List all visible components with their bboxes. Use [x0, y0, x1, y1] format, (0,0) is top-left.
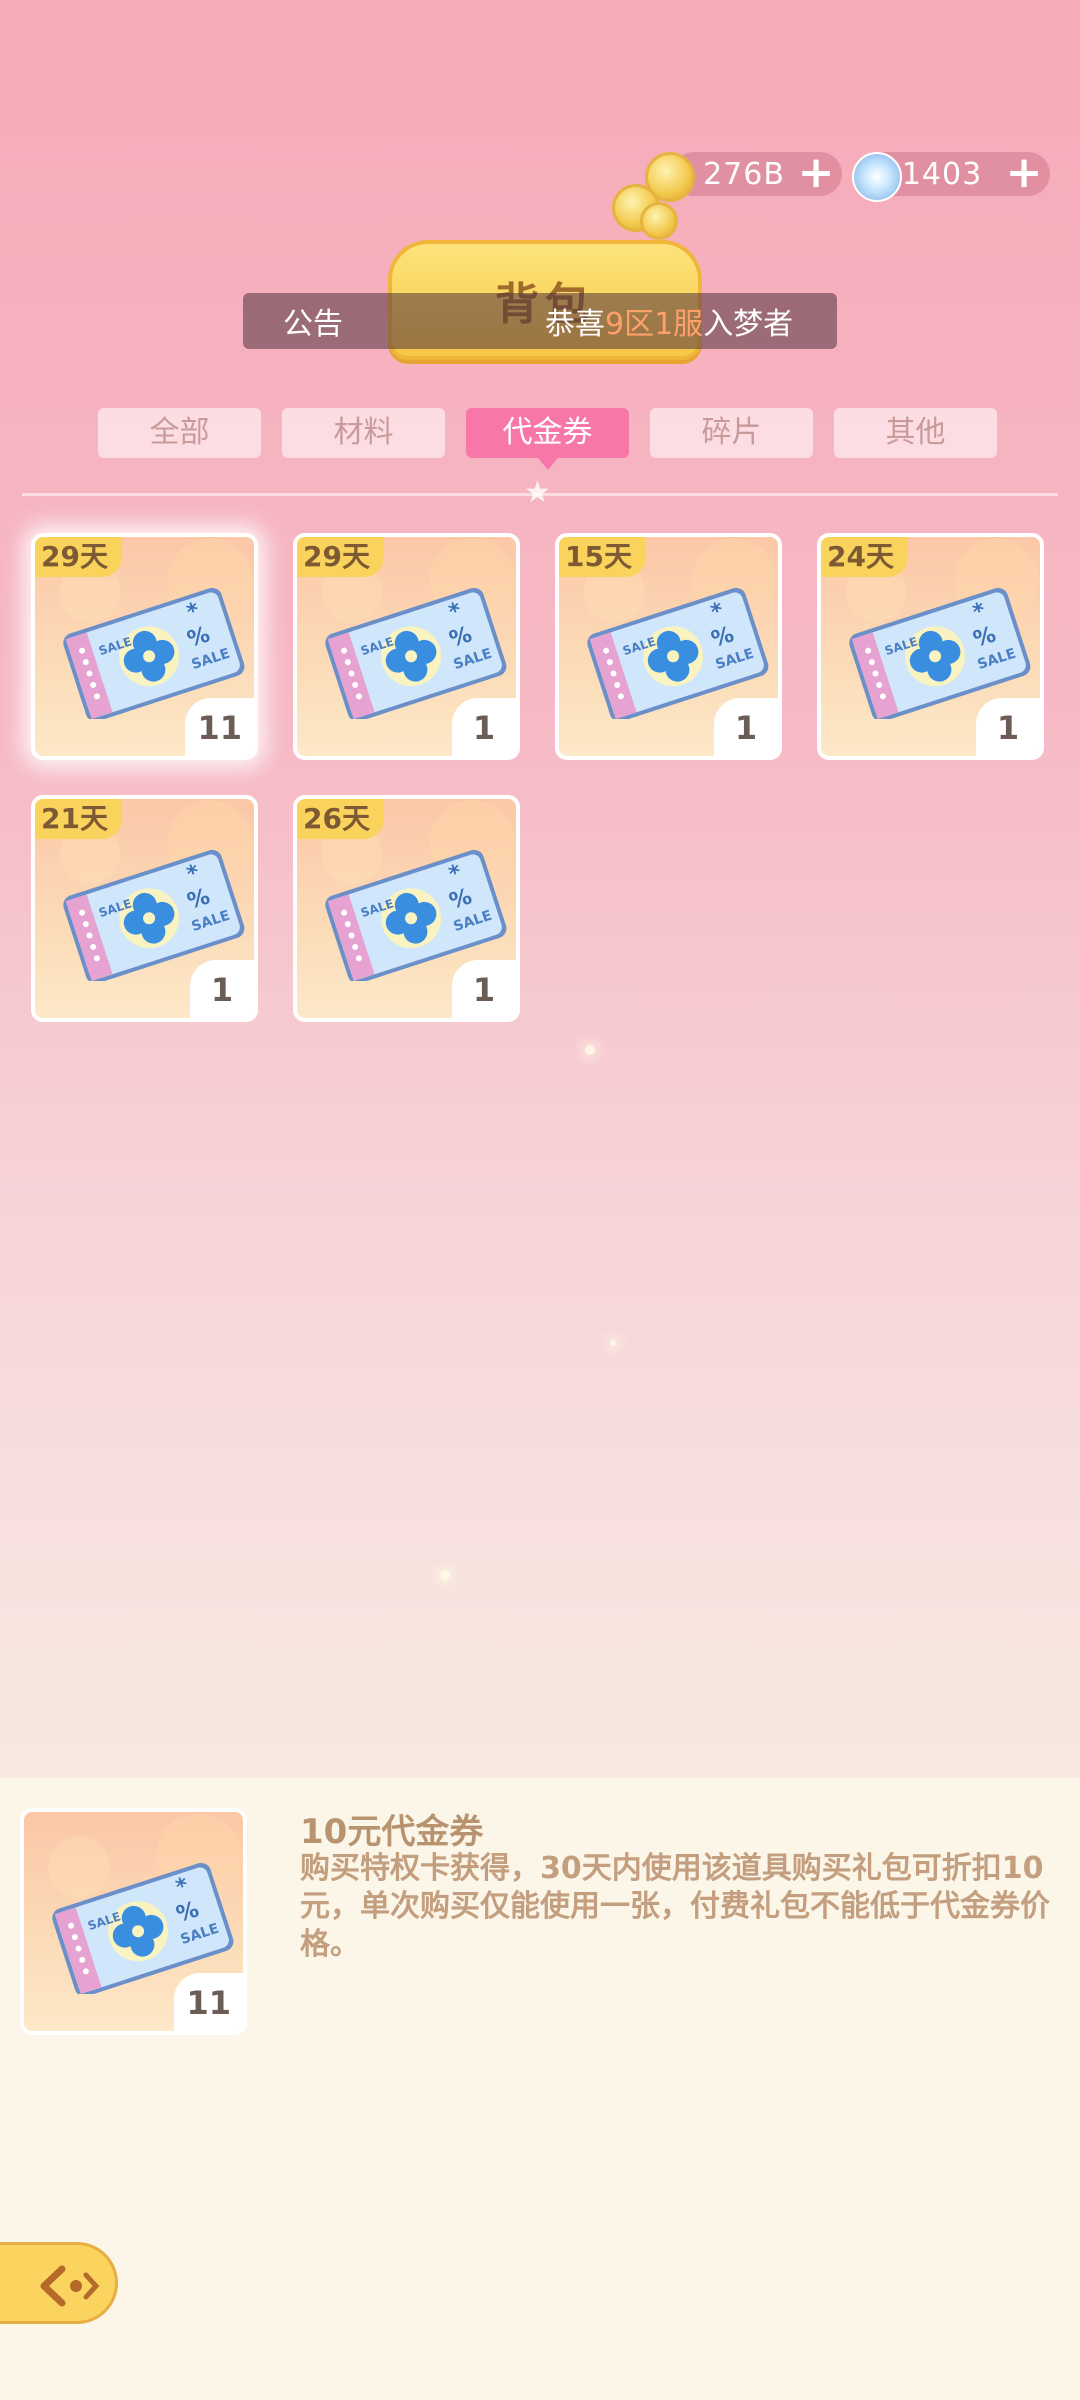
tab-fragments[interactable]: 碎片 — [650, 408, 813, 458]
days-badge: 29天 — [297, 537, 384, 577]
days-badge: 15天 — [559, 537, 646, 577]
detail-item-count: 11 — [174, 1973, 243, 2031]
announcement-message: 恭喜9区1服入梦者 — [545, 299, 793, 343]
item-count: 1 — [452, 698, 516, 756]
tab-vouchers[interactable]: 代金券 — [466, 408, 629, 470]
back-arrow-icon — [40, 2265, 100, 2307]
tab-other[interactable]: 其他 — [834, 408, 997, 458]
gold-currency: 276B + — [672, 151, 842, 196]
days-badge: 29天 — [35, 537, 122, 577]
item-card[interactable]: 29天 SALE % SALE * 11 — [31, 533, 258, 760]
detail-title: 10元代金券 — [300, 1812, 484, 1852]
item-card[interactable]: 29天 SALE % SALE * 1 — [293, 533, 520, 760]
tab-all[interactable]: 全部 — [98, 408, 261, 458]
detail-item-card: SALE % SALE * 11 — [20, 1808, 247, 2035]
item-count: 1 — [714, 698, 778, 756]
tab-materials[interactable]: 材料 — [282, 408, 445, 458]
announcement-highlight: 9区1服 — [605, 307, 704, 342]
sparkle — [585, 1045, 595, 1055]
add-gold-button[interactable]: + — [796, 151, 836, 195]
days-badge: 26天 — [297, 799, 384, 839]
item-count: 1 — [190, 960, 254, 1018]
item-card[interactable]: 26天 SALE % SALE * 1 — [293, 795, 520, 1022]
days-badge: 21天 — [35, 799, 122, 839]
announcement-label: 公告 — [283, 307, 343, 342]
sparkle — [440, 1570, 450, 1580]
star-icon: ★ — [524, 475, 551, 510]
back-button[interactable] — [0, 2242, 118, 2324]
gold-coin-icon — [640, 202, 678, 240]
item-card[interactable]: 24天 SALE % SALE * 1 — [817, 533, 1044, 760]
days-badge: 24天 — [821, 537, 908, 577]
add-gem-button[interactable]: + — [1004, 151, 1044, 195]
announcement-suffix: 入梦者 — [703, 307, 794, 342]
item-card[interactable]: 21天 SALE % SALE * 1 — [31, 795, 258, 1022]
sparkle — [610, 1340, 616, 1346]
item-detail-panel: SALE % SALE * 11 10元代金券 购买特权卡获得，30天内使用该道… — [0, 1778, 1080, 2400]
gem-icon — [852, 152, 902, 202]
item-card[interactable]: 15天 SALE % SALE * 1 — [555, 533, 782, 760]
detail-description: 购买特权卡获得，30天内使用该道具购买礼包可折扣10元，单次购买仅能使用一张，付… — [300, 1851, 1050, 1962]
announcement-bar: 公告 恭喜9区1服入梦者 — [243, 293, 837, 349]
item-count: 1 — [452, 960, 516, 1018]
announcement-prefix: 恭喜 — [545, 307, 605, 342]
item-count: 1 — [976, 698, 1040, 756]
item-count: 11 — [185, 698, 254, 756]
